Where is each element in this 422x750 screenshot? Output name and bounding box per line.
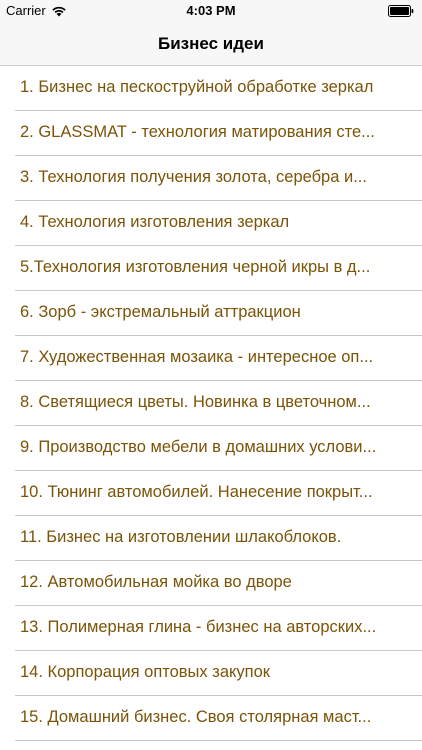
list-item[interactable]: 12. Автомобильная мойка во дворе	[0, 561, 422, 606]
list-item[interactable]: 10. Тюнинг автомобилей. Нанесение покрыт…	[0, 471, 422, 516]
list-item-label: 10. Тюнинг автомобилей. Нанесение покрыт…	[20, 483, 373, 501]
list-item[interactable]: 6. Зорб - экстремальный аттракцион	[0, 291, 422, 336]
list-item[interactable]: 1. Бизнес на пескоструйной обработке зер…	[0, 66, 422, 111]
list-item[interactable]: 4. Технология изготовления зеркал	[0, 201, 422, 246]
status-time: 4:03 PM	[186, 3, 236, 18]
list-item[interactable]: 5.Технология изготовления черной икры в …	[0, 246, 422, 291]
list-item-label: 1. Бизнес на пескоструйной обработке зер…	[20, 78, 374, 96]
list-item[interactable]: 3. Технология получения золота, серебра …	[0, 156, 422, 201]
list-item-label: 2. GLASSMAT - технология матирования сте…	[20, 123, 375, 141]
list-item[interactable]: 8. Светящиеся цветы. Новинка в цветочном…	[0, 381, 422, 426]
list-item[interactable]: 13. Полимерная глина - бизнес на авторск…	[0, 606, 422, 651]
list-item[interactable]: 11. Бизнес на изготовлении шлакоблоков.	[0, 516, 422, 561]
battery-icon	[388, 5, 414, 17]
list-item-label: 9. Производство мебели в домашних услови…	[20, 438, 377, 456]
list-item-label: 4. Технология изготовления зеркал	[20, 213, 290, 231]
list-item-label: 15. Домашний бизнес. Своя столярная маст…	[20, 708, 372, 726]
list-item-label: 5.Технология изготовления черной икры в …	[20, 258, 371, 276]
page-title: Бизнес идеи	[158, 34, 264, 53]
status-bar: Carrier 4:03 PM	[0, 0, 422, 22]
list-item-label: 11. Бизнес на изготовлении шлакоблоков.	[20, 528, 342, 546]
list-item-label: 3. Технология получения золота, серебра …	[20, 168, 367, 186]
list-item-label: 8. Светящиеся цветы. Новинка в цветочном…	[20, 393, 371, 411]
list-item-label: 12. Автомобильная мойка во дворе	[20, 573, 292, 591]
list-item-label: 6. Зорб - экстремальный аттракцион	[20, 303, 301, 321]
list-item[interactable]: 2. GLASSMAT - технология матирования сте…	[0, 111, 422, 156]
list-item-label: 14. Корпорация оптовых закупок	[20, 663, 270, 681]
list-item[interactable]: 15. Домашний бизнес. Своя столярная маст…	[0, 696, 422, 741]
list-item-label: 13. Полимерная глина - бизнес на авторск…	[20, 618, 377, 636]
list-item[interactable]: 7. Художественная мозаика - интересное о…	[0, 336, 422, 381]
list-item[interactable]: 14. Корпорация оптовых закупок	[0, 651, 422, 696]
navigation-bar: Бизнес идеи	[0, 22, 422, 66]
list-item-label: 7. Художественная мозаика - интересное о…	[20, 348, 374, 366]
ideas-list[interactable]: 1. Бизнес на пескоструйной обработке зер…	[0, 66, 422, 750]
list-item[interactable]: 9. Производство мебели в домашних услови…	[0, 426, 422, 471]
